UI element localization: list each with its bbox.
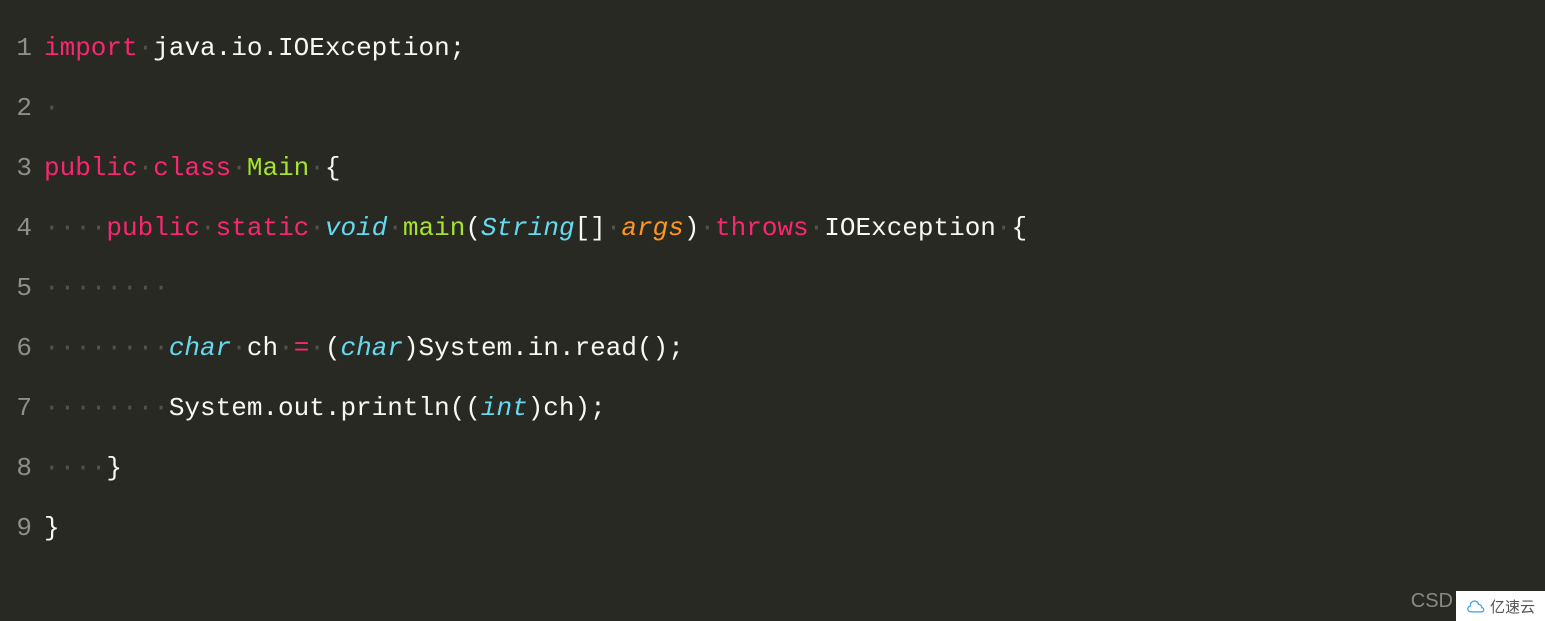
code-content: import·java.io.IOException; [44, 18, 1545, 78]
code-line: 3public·class·Main·{ [0, 138, 1545, 198]
line-number: 9 [0, 498, 44, 558]
token-punct: } [44, 513, 60, 543]
code-content: ····} [44, 438, 1545, 498]
token-kw-pink: public [44, 153, 138, 183]
token-ws: · [309, 333, 325, 363]
code-line: 2· [0, 78, 1545, 138]
code-line: 9} [0, 498, 1545, 558]
token-ws: · [200, 213, 216, 243]
line-number: 7 [0, 378, 44, 438]
code-content: } [44, 498, 1545, 558]
code-content: ········char·ch·=·(char)System.in.read()… [44, 318, 1545, 378]
token-ws: · [809, 213, 825, 243]
token-default: )ch); [528, 393, 606, 423]
token-cls-name: Main [247, 153, 309, 183]
token-punct: ( [465, 213, 481, 243]
line-number: 4 [0, 198, 44, 258]
token-default: System.in.read(); [419, 333, 684, 363]
watermark-yisuyun: 亿速云 [1456, 591, 1545, 621]
token-punct: } [106, 453, 122, 483]
token-default: java.io.IOException; [153, 33, 465, 63]
line-number: 3 [0, 138, 44, 198]
token-ws: · [138, 153, 154, 183]
code-line: 8····} [0, 438, 1545, 498]
line-number: 6 [0, 318, 44, 378]
token-ws: · [309, 153, 325, 183]
token-ws: ········ [44, 393, 169, 423]
code-content: · [44, 78, 1545, 138]
token-punct: ) [403, 333, 419, 363]
token-ws: ···· [44, 213, 106, 243]
token-kw-type: void [325, 213, 387, 243]
token-ws: · [231, 333, 247, 363]
token-kw-type: int [481, 393, 528, 423]
token-ws: ···· [44, 453, 106, 483]
line-number: 8 [0, 438, 44, 498]
token-ws: · [996, 213, 1012, 243]
token-default: ch [247, 333, 278, 363]
token-punct: { [325, 153, 341, 183]
token-ws: ········ [44, 333, 169, 363]
token-punct: { [1012, 213, 1028, 243]
token-ws: ········ [44, 273, 169, 303]
code-lines: 1import·java.io.IOException;2·3public·cl… [0, 18, 1545, 558]
token-kw-pink: import [44, 33, 138, 63]
code-line: 4····public·static·void·main(String[]·ar… [0, 198, 1545, 258]
code-content: ········System.out.println((int)ch); [44, 378, 1545, 438]
token-kw-pink: throws [715, 213, 809, 243]
line-number: 1 [0, 18, 44, 78]
token-ws: · [231, 153, 247, 183]
token-kw-pink: class [153, 153, 231, 183]
token-punct: [] [575, 213, 606, 243]
code-line: 6········char·ch·=·(char)System.in.read(… [0, 318, 1545, 378]
token-default: System.out.println(( [169, 393, 481, 423]
token-cls-name: main [403, 213, 465, 243]
token-kw-pink: static [216, 213, 310, 243]
token-param: args [621, 213, 683, 243]
token-kw-pink: = [294, 333, 310, 363]
token-ws: · [278, 333, 294, 363]
code-line: 7········System.out.println((int)ch); [0, 378, 1545, 438]
token-kw-type: char [341, 333, 403, 363]
token-ws: · [138, 33, 154, 63]
token-kw-pink: public [106, 213, 200, 243]
token-punct: ( [325, 333, 341, 363]
code-content: ········ [44, 258, 1545, 318]
watermark-csd: CSD [1411, 590, 1453, 613]
line-number: 5 [0, 258, 44, 318]
token-punct: ) [684, 213, 700, 243]
token-default: IOException [824, 213, 996, 243]
code-line: 1import·java.io.IOException; [0, 18, 1545, 78]
line-number: 2 [0, 78, 44, 138]
code-content: ····public·static·void·main(String[]·arg… [44, 198, 1545, 258]
cloud-icon [1466, 598, 1486, 614]
token-ws: · [387, 213, 403, 243]
watermark-text: 亿速云 [1490, 596, 1535, 617]
code-content: public·class·Main·{ [44, 138, 1545, 198]
token-ws: · [44, 93, 60, 123]
token-ws: · [606, 213, 622, 243]
token-kw-type: String [481, 213, 575, 243]
token-kw-type: char [169, 333, 231, 363]
code-line: 5········ [0, 258, 1545, 318]
token-ws: · [309, 213, 325, 243]
code-editor: 1import·java.io.IOException;2·3public·cl… [0, 0, 1545, 621]
token-ws: · [699, 213, 715, 243]
